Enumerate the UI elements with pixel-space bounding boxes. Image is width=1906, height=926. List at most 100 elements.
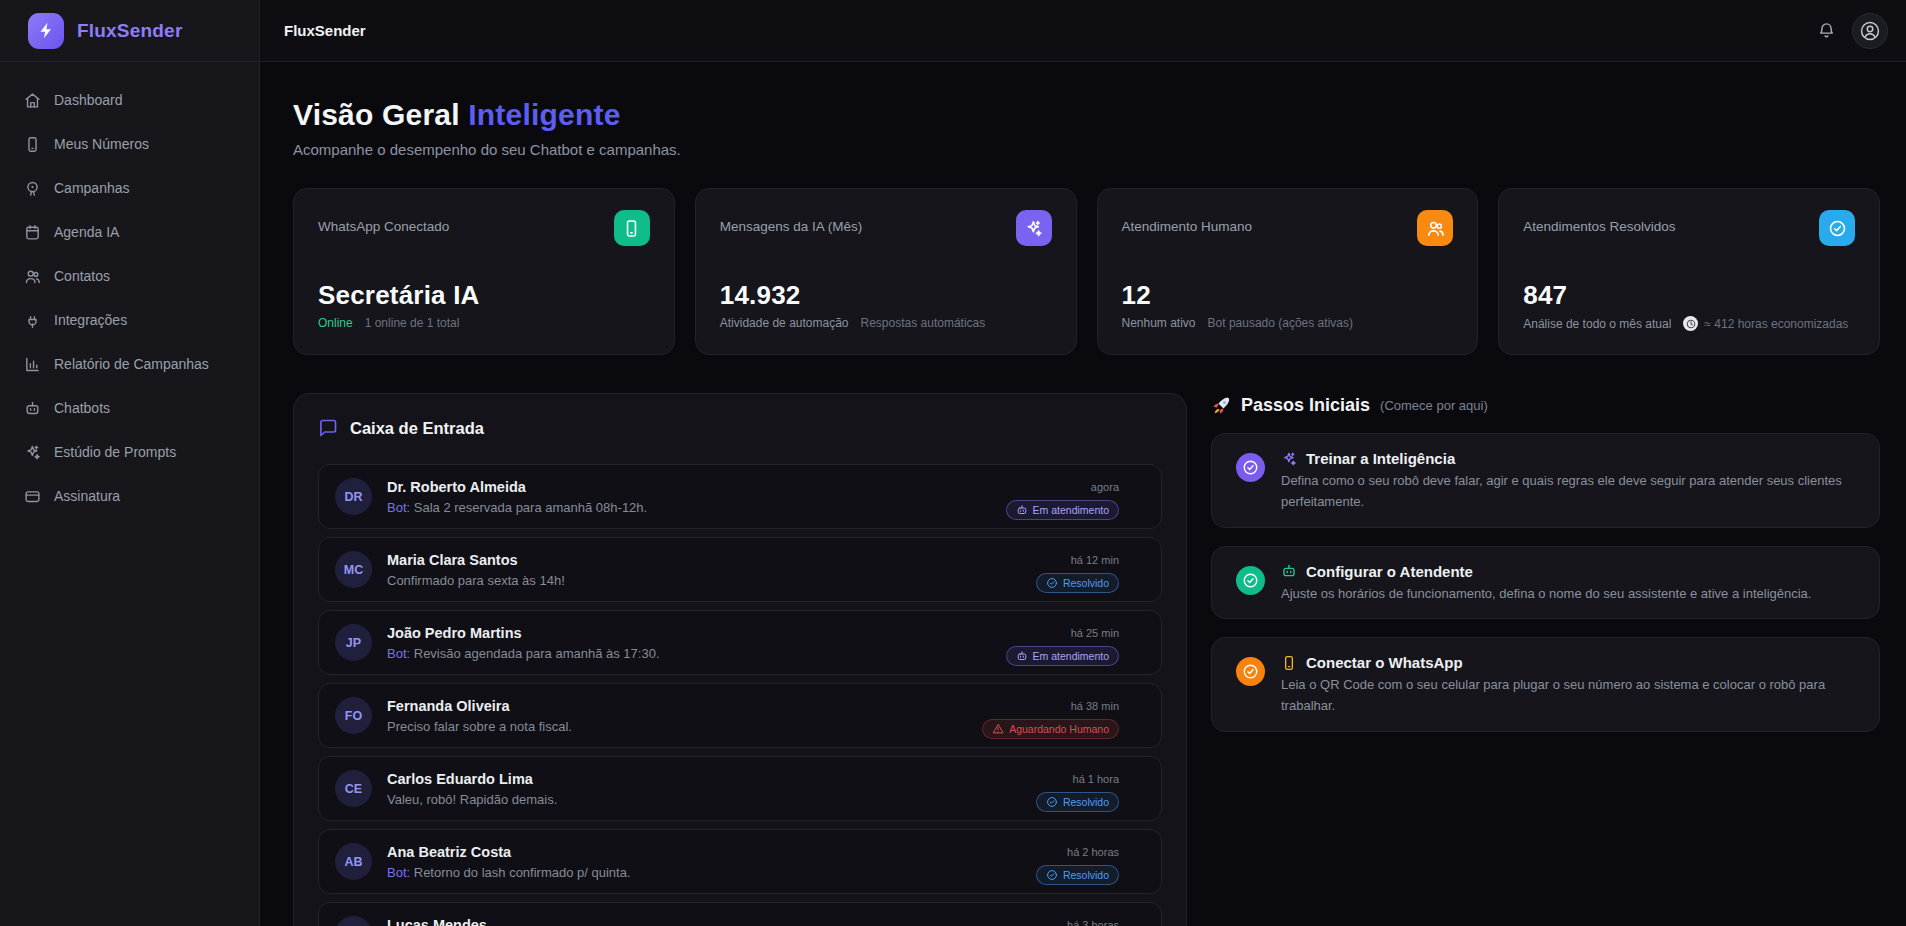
sidebar-item-label: Integrações (54, 312, 127, 328)
sparkles-icon (24, 444, 41, 461)
step-check-icon (1236, 453, 1265, 482)
contact-name: Carlos Eduardo Lima (387, 771, 1036, 787)
inbox-row-3[interactable]: FOFernanda OliveiraPreciso falar sobre a… (318, 683, 1162, 748)
sidebar-item-label: Meus Números (54, 136, 149, 152)
users-icon (1417, 210, 1453, 246)
avatar: JP (335, 624, 372, 661)
step-title: Conectar o WhatsApp (1306, 654, 1463, 671)
sidebar-item-label: Contatos (54, 268, 110, 284)
last-message: Confirmado para sexta às 14h! (387, 573, 565, 588)
sidebar-item-assinatura[interactable]: Assinatura (12, 478, 247, 514)
step-title: Treinar a Inteligência (1306, 450, 1455, 467)
sidebar-item-integra-es[interactable]: Integrações (12, 302, 247, 338)
inbox-title: Caixa de Entrada (350, 419, 484, 438)
stat-foot-primary: Nenhum ativo (1122, 316, 1196, 330)
stat-label: Mensagens da IA (Mês) (720, 210, 863, 234)
check-circle-icon (1046, 577, 1058, 589)
message-time: há 1 hora (1073, 773, 1119, 785)
bot-prefix: Bot: (387, 646, 410, 661)
alert-triangle-icon (992, 723, 1004, 735)
main-content: Visão Geral Inteligente Acompanhe o dese… (260, 62, 1906, 926)
plug-icon (24, 312, 41, 329)
stat-foot-primary: Análise de todo o mês atual (1523, 317, 1671, 331)
contact-name: Ana Beatriz Costa (387, 844, 1036, 860)
inbox-card: Caixa de Entrada DR Dr. Roberto Almeida Bo… (293, 393, 1187, 926)
stat-foot-secondary: Respostas automáticas (861, 316, 986, 330)
check-circle-icon (1046, 796, 1058, 808)
user-avatar[interactable] (1852, 13, 1888, 49)
message-time: há 12 min (1071, 554, 1119, 566)
sidebar-item-dashboard[interactable]: Dashboard (12, 82, 247, 118)
stat-label: WhatsApp Conectado (318, 210, 449, 234)
calendar-icon (24, 224, 41, 241)
step-card-1[interactable]: Configurar o AtendenteAjuste os horários… (1211, 546, 1880, 620)
steps-hint: (Comece por aqui) (1380, 398, 1488, 413)
sidebar-item-label: Relatório de Campanhas (54, 356, 209, 372)
steps-title: Passos Iniciais (1241, 395, 1370, 416)
users-icon (24, 268, 41, 285)
sidebar-item-campanhas[interactable]: Campanhas (12, 170, 247, 206)
avatar: MC (335, 551, 372, 588)
inbox-row-6[interactable]: LMLucas MendesConsulta remarcada com suc… (318, 902, 1162, 926)
bar-chart-icon (24, 356, 41, 373)
rocket-icon (1211, 396, 1231, 416)
message-time: há 38 min (1071, 700, 1119, 712)
sparkles-icon (1281, 451, 1297, 467)
stat-card-1: Mensagens da IA (Mês)14.932Atividade de … (695, 188, 1077, 355)
message-time: há 25 min (1071, 627, 1119, 639)
smartphone-icon (1281, 655, 1297, 671)
avatar: DR (335, 478, 372, 515)
sidebar-item-contatos[interactable]: Contatos (12, 258, 247, 294)
step-card-2[interactable]: Conectar o WhatsAppLeia o QR Code com o … (1211, 637, 1880, 732)
step-description: Ajuste os horários de funcionamento, def… (1281, 584, 1811, 605)
sidebar: FluxSender Dashboard Meus Números Campanha… (0, 0, 260, 926)
stat-value: 847 (1523, 280, 1855, 311)
step-card-0[interactable]: Treinar a InteligênciaDefina como o seu … (1211, 433, 1880, 528)
contact-name: Dr. Roberto Almeida (387, 479, 1006, 495)
sidebar-item-chatbots[interactable]: Chatbots (12, 390, 247, 426)
contact-name: Lucas Mendes (387, 917, 1036, 926)
credit-card-icon (24, 488, 41, 505)
sidebar-item-relat-rio-de-campanhas[interactable]: Relatório de Campanhas (12, 346, 247, 382)
clock-icon (1683, 316, 1698, 331)
bot-icon (1016, 504, 1028, 516)
sidebar-item-agenda-ia[interactable]: Agenda IA (12, 214, 247, 250)
inbox-row-2[interactable]: JPJoão Pedro MartinsBot: Revisão agendad… (318, 610, 1162, 675)
stat-card-0: WhatsApp ConectadoSecretária IAOnline1 o… (293, 188, 675, 355)
stat-foot-secondary: ≈ 412 horas economizadas (1704, 317, 1848, 331)
step-check-icon (1236, 566, 1265, 595)
page-title-accent: Inteligente (468, 98, 620, 131)
contact-name: João Pedro Martins (387, 625, 1006, 641)
sidebar-nav: Dashboard Meus Números Campanhas Agenda IA C… (0, 62, 259, 542)
inbox-row-5[interactable]: ABAna Beatriz CostaBot: Retorno do lash … (318, 829, 1162, 894)
page-title: Visão Geral Inteligente (293, 98, 1880, 132)
status-badge: Em atendimento (1006, 646, 1119, 666)
status-label: Resolvido (1063, 577, 1109, 589)
inbox-row-1[interactable]: MCMaria Clara SantosConfirmado para sext… (318, 537, 1162, 602)
sparkles-icon (1016, 210, 1052, 246)
avatar: CE (335, 770, 372, 807)
brand-logo-icon (28, 13, 64, 49)
status-badge: Resolvido (1036, 573, 1119, 593)
contact-name: Fernanda Oliveira (387, 698, 982, 714)
notifications-bell-icon[interactable] (1817, 21, 1836, 40)
sidebar-item-meus-n-meros[interactable]: Meus Números (12, 126, 247, 162)
stat-card-2: Atendimento Humano12Nenhum ativoBot paus… (1097, 188, 1479, 355)
avatar: LM (335, 916, 372, 926)
topbar-title: FluxSender (284, 22, 366, 39)
stat-value: Secretária IA (318, 280, 650, 311)
smartphone-icon (24, 136, 41, 153)
chat-bubble-icon (318, 418, 338, 438)
inbox-rows: DRDr. Roberto AlmeidaBot: Sala 2 reserva… (318, 464, 1162, 926)
sidebar-item-label: Assinatura (54, 488, 120, 504)
status-label: Resolvido (1063, 869, 1109, 881)
avatar: FO (335, 697, 372, 734)
stat-foot-primary: Online (318, 316, 353, 330)
inbox-row-4[interactable]: CECarlos Eduardo LimaValeu, robô! Rapidã… (318, 756, 1162, 821)
brand-name: FluxSender (77, 20, 182, 42)
check-circle-icon (1046, 869, 1058, 881)
status-badge: Resolvido (1036, 792, 1119, 812)
inbox-row-0[interactable]: DRDr. Roberto AlmeidaBot: Sala 2 reserva… (318, 464, 1162, 529)
sidebar-item-est-dio-de-prompts[interactable]: Estúdio de Prompts (12, 434, 247, 470)
sidebar-item-label: Campanhas (54, 180, 130, 196)
